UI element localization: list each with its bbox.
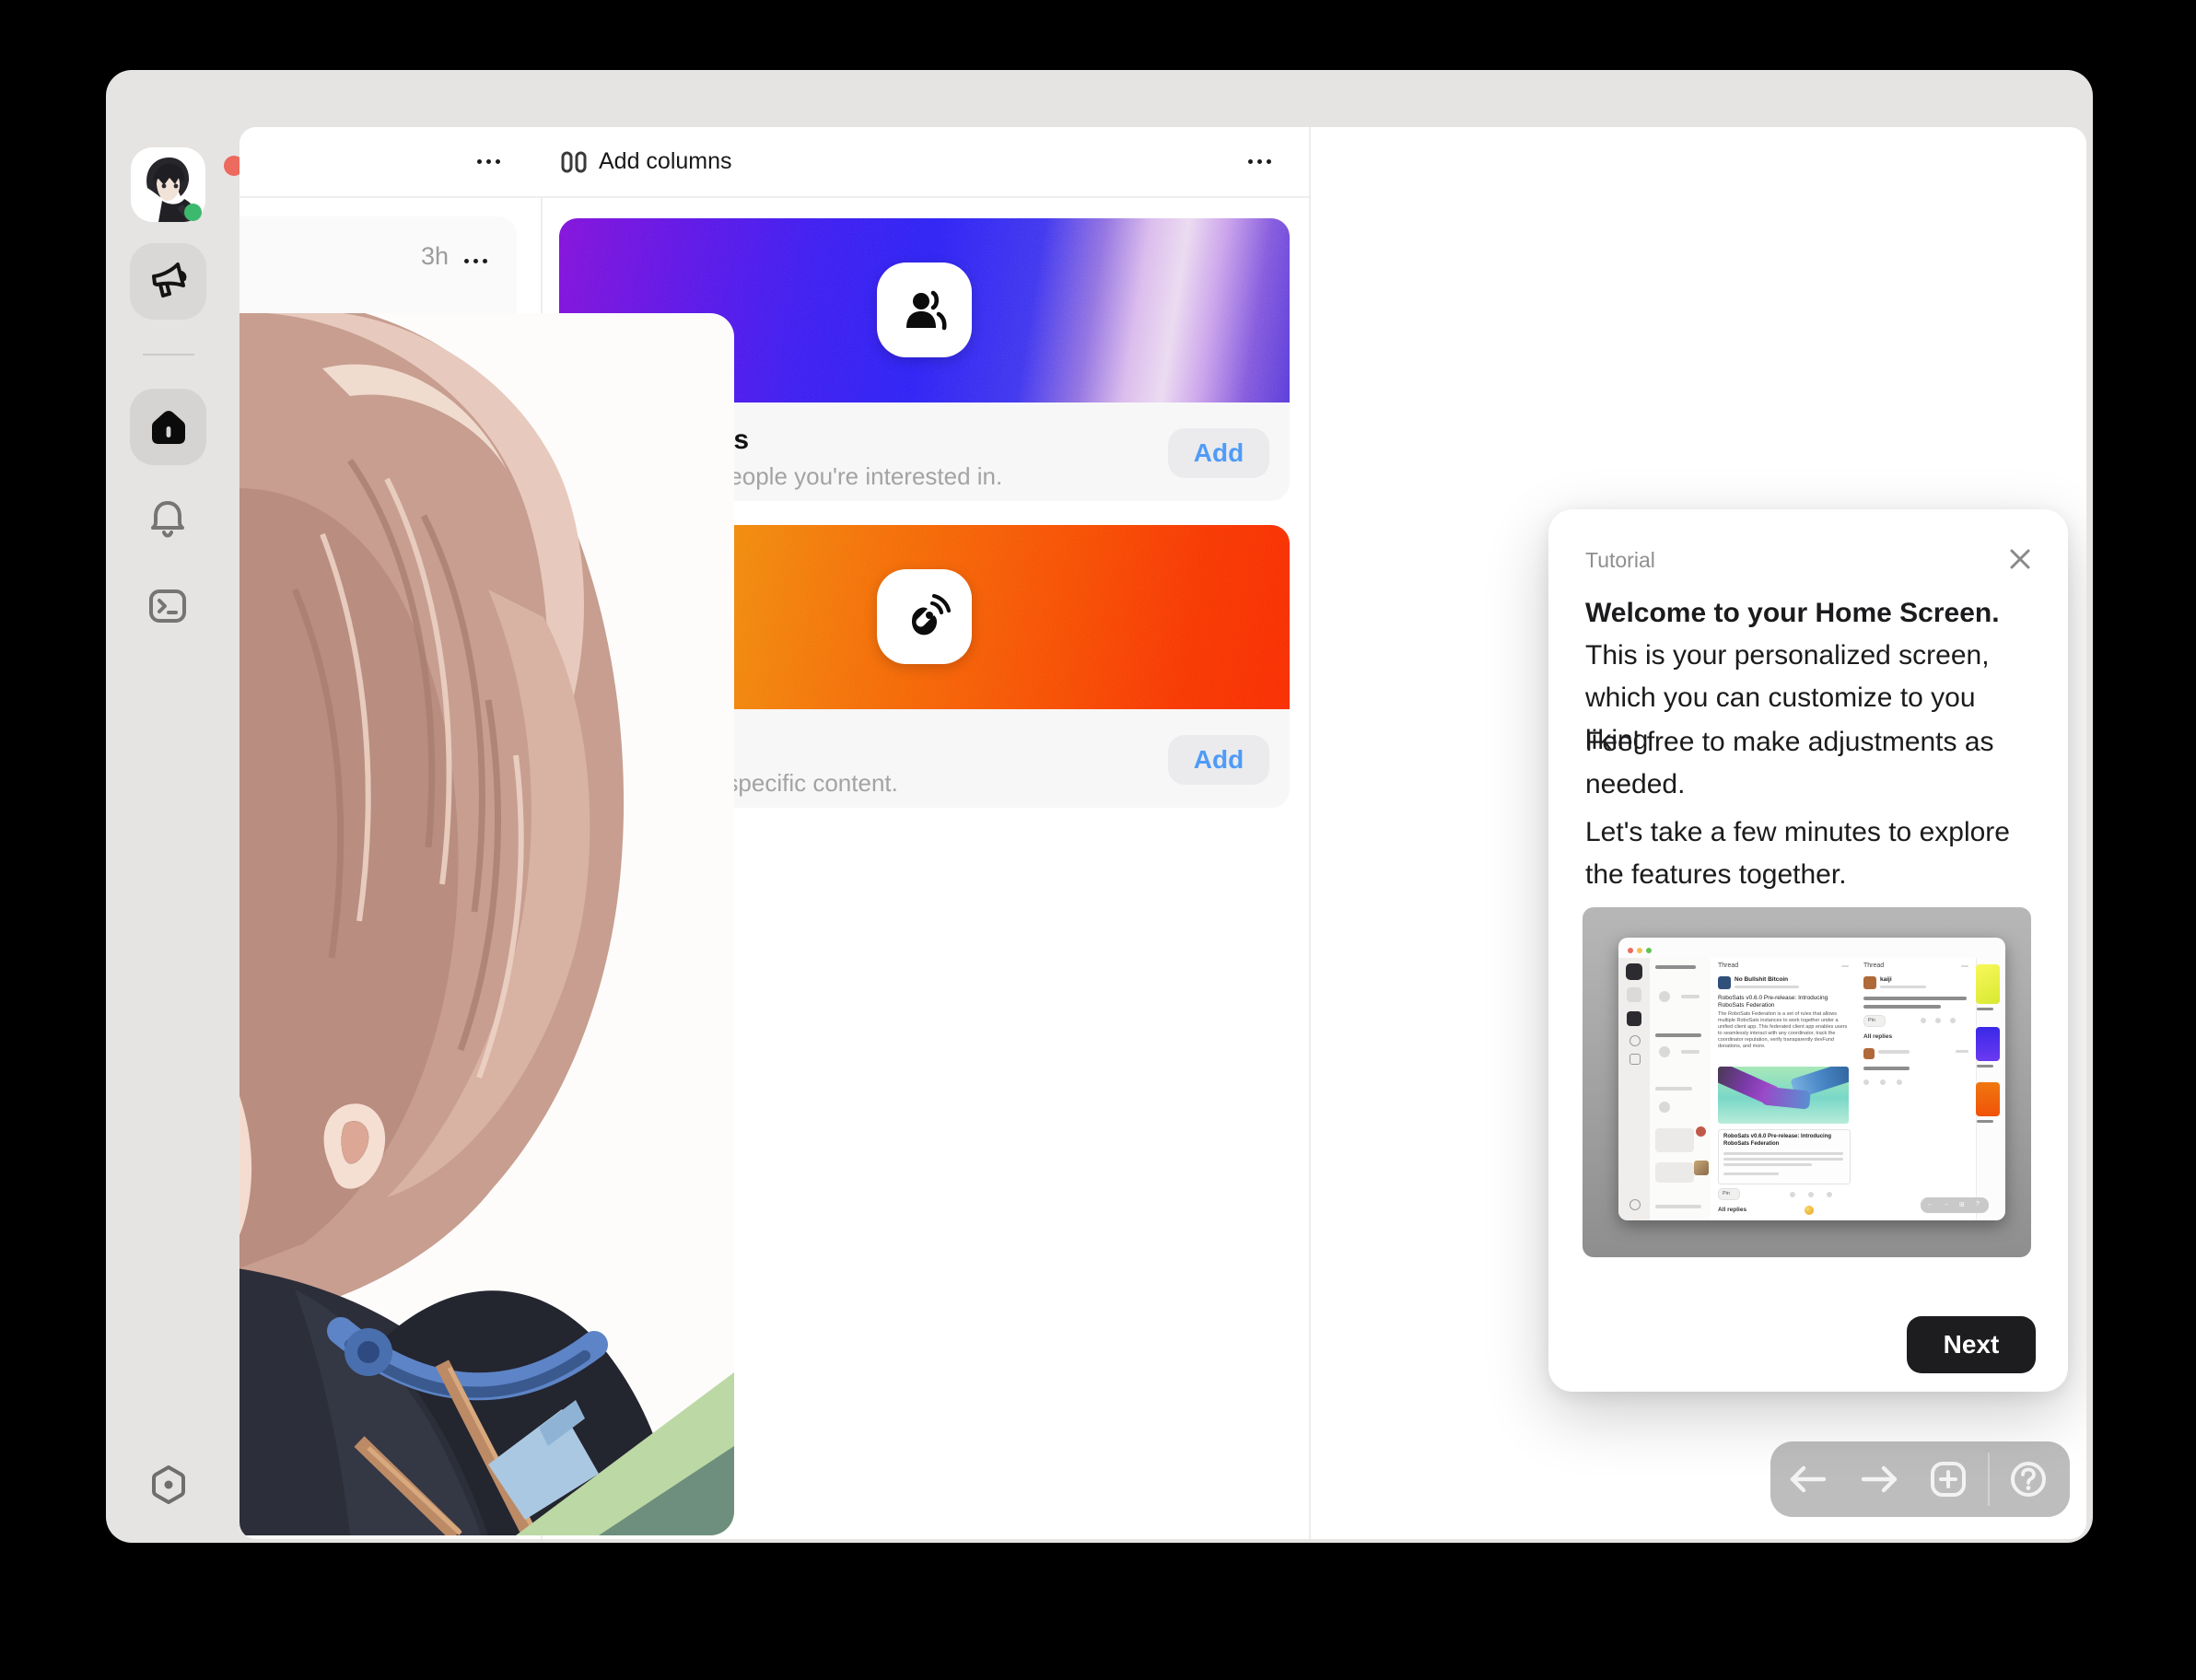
sidebar-item-announcements[interactable] bbox=[130, 243, 206, 320]
anime-illustration bbox=[239, 313, 734, 1535]
column1-overflow-menu-icon[interactable] bbox=[477, 159, 500, 164]
deck-header: Add columns bbox=[239, 127, 1309, 198]
sidebar-item-home[interactable] bbox=[130, 389, 206, 465]
mini-post-avatar bbox=[1718, 976, 1731, 989]
mini-terminal-icon bbox=[1629, 1054, 1641, 1065]
mini-handshake-emoji bbox=[1805, 1206, 1814, 1215]
back-button[interactable] bbox=[1787, 1464, 1828, 1495]
mini-column-a bbox=[1650, 958, 1711, 1220]
add-columns-overflow-menu-icon[interactable] bbox=[1248, 159, 1271, 164]
group-feeds-icon-tile bbox=[877, 262, 972, 357]
content-panel: Add columns 3h bbox=[239, 127, 2086, 1539]
help-button[interactable] bbox=[2009, 1460, 2048, 1499]
mini-link-card: RoboSats v0.6.0 Pre-release: Introducing… bbox=[1718, 1129, 1851, 1184]
antenas-icon-tile bbox=[877, 569, 972, 664]
mini-robot-image bbox=[1718, 1067, 1849, 1124]
mini-compose-button bbox=[1627, 987, 1641, 1002]
mini-blue-tile bbox=[1976, 1027, 2000, 1061]
sidebar-item-terminal[interactable] bbox=[146, 584, 190, 628]
mini-link-title: RoboSats v0.6.0 Pre-release: Introducing… bbox=[1723, 1134, 1845, 1148]
mini-column-b: Thread No Bullshit Bitcoin RoboSats v0.6… bbox=[1711, 958, 1857, 1220]
home-icon bbox=[147, 406, 190, 449]
tutorial-popover: Tutorial Welcome to your Home Screen. Th… bbox=[1548, 509, 2068, 1392]
mini-bell-icon bbox=[1629, 1035, 1641, 1046]
mini-post-title: RoboSats v0.6.0 Pre-release: Introducing… bbox=[1718, 995, 1849, 1009]
navigation-toolbar bbox=[1770, 1441, 2070, 1517]
column-divider-2 bbox=[1309, 127, 1311, 1539]
mini-reply-author: kaiji bbox=[1880, 976, 1892, 983]
people-icon bbox=[899, 285, 951, 336]
terminal-icon bbox=[146, 584, 190, 628]
mini-thread-title-2: Thread bbox=[1863, 962, 1884, 969]
tutorial-paragraph-3: Let's take a few minutes to explore the … bbox=[1585, 811, 2033, 896]
bell-icon bbox=[146, 497, 189, 540]
mini-photo bbox=[1694, 1161, 1709, 1175]
tutorial-paragraph-1-bold: Welcome to your Home Screen. bbox=[1585, 598, 2000, 628]
mini-traffic-red bbox=[1628, 948, 1633, 953]
mini-post-author: No Bullshit Bitcoin bbox=[1735, 976, 1788, 983]
post-overflow-menu-icon[interactable] bbox=[464, 259, 487, 263]
tutorial-thumbnail: Thread No Bullshit Bitcoin RoboSats v0.6… bbox=[1583, 907, 2031, 1257]
sidebar-item-notifications[interactable] bbox=[146, 497, 189, 540]
mini-nav-pill: ← → ⊞ ? bbox=[1921, 1197, 1989, 1213]
mini-home-button bbox=[1627, 1011, 1641, 1026]
post-image-attachment[interactable] bbox=[239, 313, 734, 1535]
mini-settings-icon bbox=[1629, 1199, 1641, 1210]
mini-traffic-yellow bbox=[1637, 948, 1642, 953]
mini-replies-label: All replies bbox=[1718, 1207, 1746, 1213]
app-window: Add columns 3h bbox=[106, 70, 2093, 1543]
mini-post-body: The RoboSats Federation is a set of rule… bbox=[1718, 1011, 1849, 1050]
mini-avatar bbox=[1626, 963, 1642, 980]
megaphone-icon bbox=[147, 261, 190, 303]
columns-icon bbox=[561, 151, 587, 173]
mini-app-window: Thread No Bullshit Bitcoin RoboSats v0.6… bbox=[1618, 938, 2005, 1220]
mini-orange-tile bbox=[1976, 1082, 2000, 1116]
tutorial-paragraph-2: Feel free to make adjustments as needed. bbox=[1585, 721, 2033, 806]
next-button[interactable]: Next bbox=[1907, 1316, 2036, 1373]
mini-yellow-tile bbox=[1976, 964, 2000, 1004]
mini-pin-chip: Pin bbox=[1718, 1188, 1740, 1200]
mini-sidebar bbox=[1618, 958, 1650, 1220]
toolbar-divider bbox=[1988, 1452, 1990, 1506]
forward-button[interactable] bbox=[1860, 1464, 1900, 1495]
tutorial-title: Tutorial bbox=[1585, 548, 1655, 573]
mini-emoji bbox=[1696, 1126, 1706, 1137]
post-timestamp: 3h bbox=[421, 242, 449, 271]
mini-quote-bubble bbox=[1655, 1128, 1694, 1152]
hexagon-dot-icon bbox=[146, 1463, 191, 1507]
screen: Add columns 3h bbox=[0, 0, 2196, 1680]
satellite-icon bbox=[899, 591, 951, 643]
add-columns-title: Add columns bbox=[599, 148, 732, 175]
mini-reply-avatar bbox=[1863, 976, 1876, 989]
online-status-dot bbox=[184, 204, 202, 221]
mini-thread-title: Thread bbox=[1718, 962, 1738, 969]
add-group-feeds-button[interactable]: Add bbox=[1168, 428, 1269, 478]
sidebar-item-settings[interactable] bbox=[146, 1463, 191, 1507]
mini-column-c: Thread kaiji Pin bbox=[1856, 958, 1977, 1220]
sidebar-divider bbox=[143, 354, 194, 356]
add-antenas-button[interactable]: Add bbox=[1168, 735, 1269, 785]
add-column-button[interactable] bbox=[1929, 1460, 1968, 1499]
close-icon[interactable] bbox=[2007, 546, 2033, 572]
mini-traffic-green bbox=[1646, 948, 1652, 953]
